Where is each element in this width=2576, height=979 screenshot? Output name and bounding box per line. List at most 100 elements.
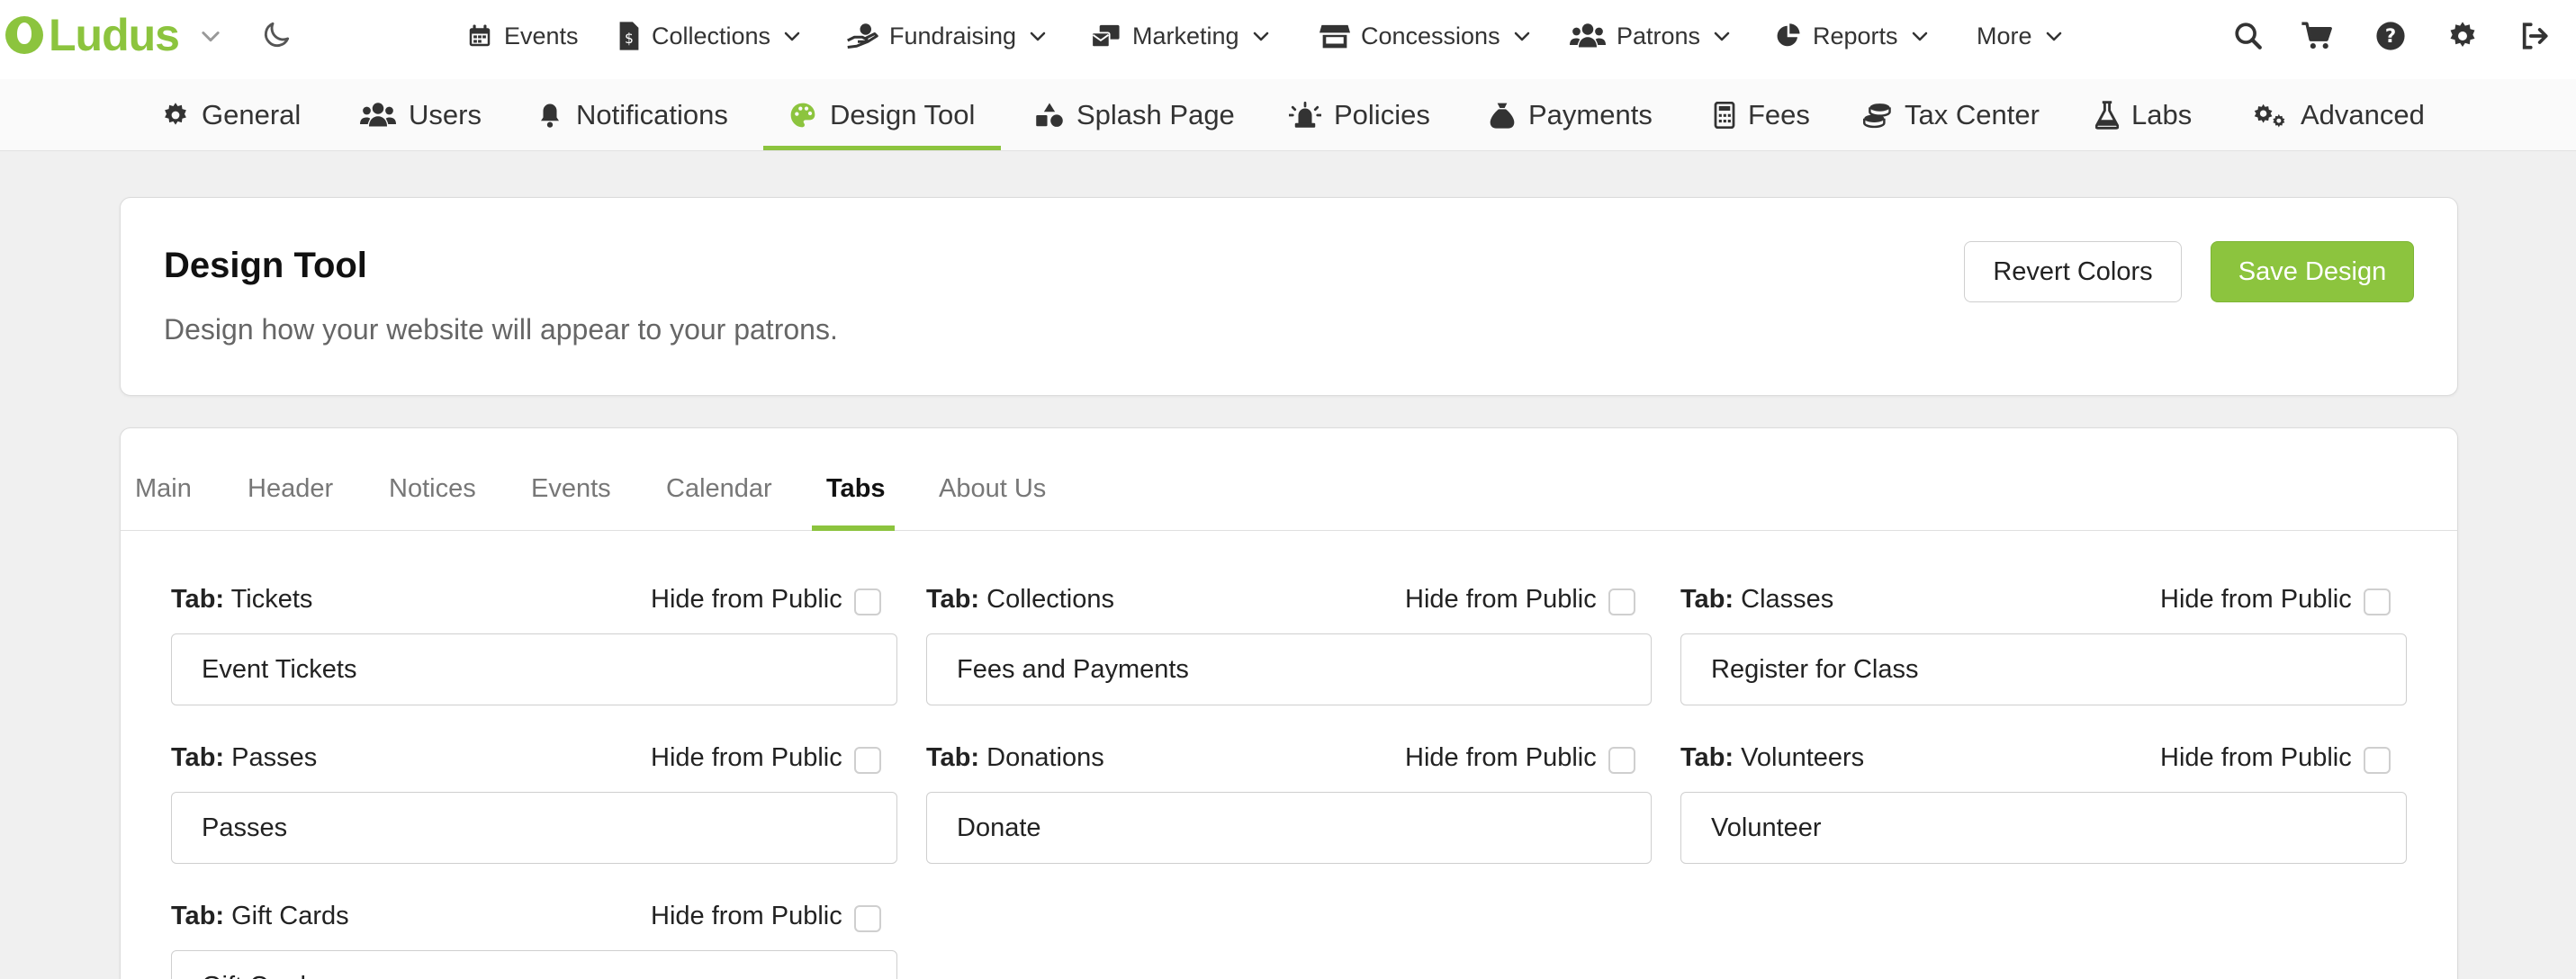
design-tab-header[interactable]: Header: [248, 474, 333, 504]
tab-advanced[interactable]: Advanced: [2252, 79, 2425, 151]
tab-name-input[interactable]: Passes: [171, 792, 897, 864]
hide-from-public-checkbox[interactable]: [854, 588, 881, 615]
chevron-down-icon: [1514, 31, 1529, 41]
hide-from-public-label: Hide from Public: [651, 902, 842, 930]
top-navigation-bar: Ludus Events $ Collections Fundraising M…: [0, 0, 2576, 79]
tab-name-input[interactable]: Event Tickets: [171, 633, 897, 705]
nav-concessions[interactable]: Concessions: [1320, 18, 1533, 54]
invoice-icon: $: [619, 22, 639, 50]
tab-notifications[interactable]: Notifications: [536, 79, 728, 151]
revert-colors-button[interactable]: Revert Colors: [1964, 241, 2182, 302]
brand-logo[interactable]: Ludus: [5, 13, 180, 58]
hide-from-public-label: Hide from Public: [651, 585, 842, 614]
design-tab-notices[interactable]: Notices: [389, 474, 476, 504]
tab-name-input[interactable]: Gift Cards: [171, 950, 897, 979]
tab-design-tool[interactable]: Design Tool: [788, 79, 975, 151]
tab-policies[interactable]: Policies: [1289, 79, 1430, 151]
store-icon: [1320, 24, 1350, 49]
hide-from-public-checkbox[interactable]: [2364, 747, 2391, 774]
hide-from-public-checkbox[interactable]: [854, 747, 881, 774]
design-tab-tabs[interactable]: Tabs: [826, 474, 886, 504]
chevron-down-icon: [1253, 31, 1268, 41]
tab-field-label: Tab: Donations: [926, 743, 1104, 772]
chevron-down-icon: [1030, 31, 1046, 41]
design-tab-calendar[interactable]: Calendar: [666, 474, 772, 504]
tab-splash-page-label: Splash Page: [1076, 99, 1235, 130]
tab-labs[interactable]: Labs: [2095, 79, 2192, 151]
active-tab-indicator: [763, 146, 1001, 150]
tab-name-input[interactable]: Donate: [926, 792, 1652, 864]
tab-policies-label: Policies: [1334, 99, 1430, 130]
gear-icon: [165, 103, 186, 125]
nav-marketing-label: Marketing: [1132, 22, 1239, 49]
money-bag-icon: [1490, 103, 1515, 129]
tab-users[interactable]: Users: [360, 79, 482, 151]
tab-field-label: Tab: Volunteers: [1680, 743, 1865, 772]
users-icon: [360, 103, 396, 127]
save-design-button[interactable]: Save Design: [2211, 241, 2414, 302]
hide-from-public-checkbox[interactable]: [2364, 588, 2391, 615]
chevron-down-icon[interactable]: [198, 23, 223, 53]
cart-icon[interactable]: [2299, 18, 2335, 54]
hide-from-public-checkbox[interactable]: [1608, 588, 1635, 615]
tab-field-label: Tab: Gift Cards: [171, 902, 349, 930]
tab-general[interactable]: General: [162, 79, 301, 151]
sign-out-icon[interactable]: [2517, 18, 2553, 54]
active-design-tab-indicator: [812, 525, 895, 531]
gears-icon: [2254, 103, 2285, 128]
bell-icon: [541, 103, 559, 128]
hide-from-public-checkbox[interactable]: [1608, 747, 1635, 774]
hide-from-public-checkbox[interactable]: [854, 905, 881, 932]
tab-name-input[interactable]: Volunteer: [1680, 792, 2407, 864]
calendar-icon: [469, 24, 491, 47]
nav-fundraising[interactable]: Fundraising: [846, 18, 1049, 54]
tab-tax-center-label: Tax Center: [1905, 99, 2040, 130]
hide-from-public-label: Hide from Public: [1405, 743, 1597, 772]
calculator-icon: [1714, 102, 1735, 129]
shapes-icon: [1036, 103, 1063, 127]
nav-reports-label: Reports: [1813, 22, 1898, 49]
hand-donate-icon: [847, 23, 878, 49]
help-icon[interactable]: ?: [2373, 18, 2409, 54]
tab-payments-label: Payments: [1528, 99, 1653, 130]
nav-concessions-label: Concessions: [1361, 22, 1500, 49]
tab-field-label: Tab: Collections: [926, 585, 1114, 614]
tab-name-input[interactable]: Fees and Payments: [926, 633, 1652, 705]
hide-from-public-label: Hide from Public: [2160, 585, 2352, 614]
nav-events-label: Events: [504, 22, 579, 49]
tab-splash-page[interactable]: Splash Page: [1035, 79, 1235, 151]
nav-marketing[interactable]: Marketing: [1091, 18, 1272, 54]
tab-name-input[interactable]: Register for Class: [1680, 633, 2407, 705]
hide-from-public-label: Hide from Public: [2160, 743, 2352, 772]
tab-fees[interactable]: Fees: [1714, 79, 1810, 151]
ludus-logo-icon: [5, 16, 43, 54]
page-subtitle: Design how your website will appear to y…: [164, 313, 838, 346]
hide-from-public-label: Hide from Public: [651, 743, 842, 772]
chevron-down-icon: [784, 31, 800, 41]
nav-patrons[interactable]: Patrons: [1570, 18, 1733, 54]
nav-more[interactable]: More: [1977, 18, 2065, 54]
design-tab-main[interactable]: Main: [135, 474, 192, 504]
nav-collections-label: Collections: [652, 22, 771, 49]
gear-icon[interactable]: [2445, 18, 2481, 54]
nav-fundraising-label: Fundraising: [889, 22, 1017, 49]
settings-tab-bar: General Users Notifications Design Tool …: [0, 79, 2576, 151]
design-tabs-divider: [121, 530, 2457, 531]
dark-mode-moon-icon[interactable]: [259, 18, 293, 57]
nav-reports[interactable]: Reports: [1775, 18, 1931, 54]
tab-general-label: General: [202, 99, 302, 130]
tab-users-label: Users: [409, 99, 482, 130]
nav-events[interactable]: Events: [466, 18, 579, 54]
coins-icon: [1863, 103, 1891, 129]
tab-tax-center[interactable]: Tax Center: [1863, 79, 2040, 151]
tab-field-label: Tab: Passes: [171, 743, 318, 772]
tab-payments[interactable]: Payments: [1489, 79, 1653, 151]
tab-fees-label: Fees: [1748, 99, 1810, 130]
svg-text:$: $: [625, 31, 634, 47]
flask-icon: [2095, 101, 2119, 130]
search-icon[interactable]: [2230, 18, 2266, 54]
design-tab-about-us[interactable]: About Us: [939, 474, 1046, 504]
nav-collections[interactable]: $ Collections: [617, 18, 803, 54]
page-title: Design Tool: [164, 246, 367, 285]
design-tab-events[interactable]: Events: [531, 474, 611, 504]
